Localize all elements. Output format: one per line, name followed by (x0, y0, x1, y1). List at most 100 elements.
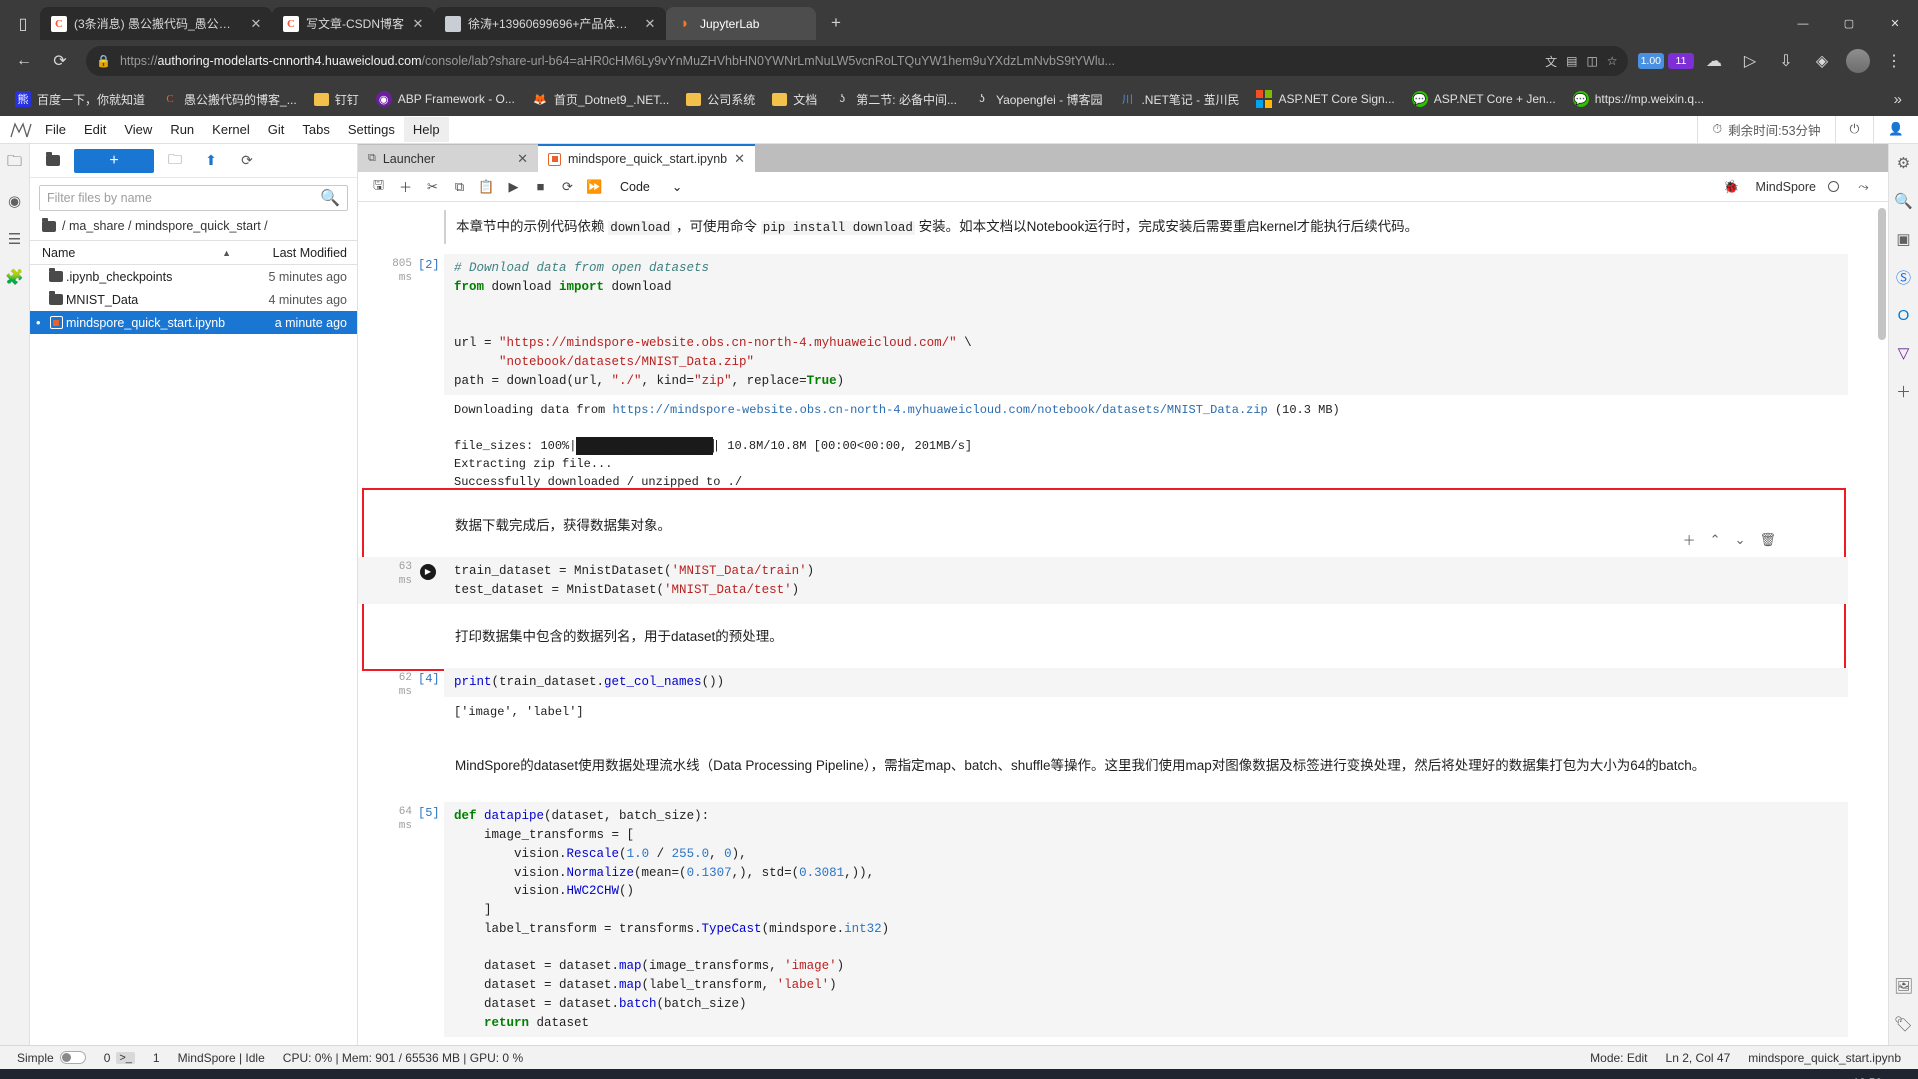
download-icon[interactable]: ⇩ (1770, 45, 1802, 77)
delete-cell-icon[interactable]: 🗑 (1759, 532, 1776, 548)
avatar[interactable] (1846, 49, 1870, 73)
menu-view[interactable]: View (115, 117, 161, 142)
filter-files-input[interactable] (47, 191, 321, 205)
weather-widget[interactable]: 🌤 28°C 多云 (10, 1076, 160, 1079)
menu-settings[interactable]: Settings (339, 117, 404, 142)
column-header-name[interactable]: Name (30, 246, 222, 260)
menu-kernel[interactable]: Kernel (203, 117, 259, 142)
search-icon[interactable]: 🔍 (320, 188, 340, 208)
outlook-icon[interactable]: O (1892, 304, 1916, 326)
column-header-last-modified[interactable]: Last Modified (245, 246, 357, 260)
close-button[interactable]: ✕ (1872, 7, 1918, 40)
menu-file[interactable]: File (36, 117, 75, 142)
code-cell[interactable]: 64 ms [5] def datapipe(dataset, batch_siz… (358, 802, 1876, 1038)
markdown-cell[interactable]: MindSpore的dataset使用数据处理流水线（Data Processi… (358, 749, 1876, 783)
stop-icon[interactable]: ■ (528, 175, 553, 199)
session-timer[interactable]: ⏱ 剩余时间:53分钟 (1697, 115, 1834, 144)
menu-help[interactable]: Help (403, 117, 449, 142)
bookmark-dotnet9[interactable]: 🦊 首页_Dotnet9_.NET... (525, 88, 676, 111)
bookmark-docs[interactable]: 文档 (765, 88, 824, 111)
extension-badge-2[interactable]: 11 (1668, 53, 1694, 69)
cut-icon[interactable]: ✂ (420, 175, 445, 199)
restart-run-all-icon[interactable]: ⏩ (582, 175, 607, 199)
menu-tabs[interactable]: Tabs (293, 117, 338, 142)
tag-icon[interactable]: 🏷 (1892, 1013, 1916, 1035)
run-icon[interactable]: ▶ (501, 175, 526, 199)
notebook-scrollbar[interactable] (1876, 202, 1888, 1045)
bookmark-company-system[interactable]: 公司系统 (679, 88, 762, 111)
kernel-name-label[interactable]: MindSpore (1756, 180, 1816, 194)
bookmark-aspnet-jenkins[interactable]: 💬 ASP.NET Core + Jen... (1405, 88, 1563, 110)
tab-launcher-close[interactable]: ✕ (517, 151, 528, 167)
bookmark-weixin[interactable]: 💬 https://mp.weixin.q... (1566, 88, 1711, 110)
new-launcher-button[interactable]: + (74, 148, 154, 173)
extension-badge-1[interactable]: 1.00 (1637, 53, 1664, 69)
move-up-icon[interactable]: ⌃ (1710, 532, 1721, 548)
tab-launcher[interactable]: ⧉ Launcher ✕ (358, 145, 538, 172)
share-icon[interactable]: ⤳ (1851, 175, 1876, 199)
minimize-button[interactable]: — (1780, 7, 1826, 40)
star-icon[interactable]: ☆ (1607, 54, 1618, 68)
copy-icon[interactable]: ⧉ (447, 175, 472, 199)
new-tab-button[interactable]: + (822, 9, 850, 37)
split-screen-icon[interactable]: ◫ (1586, 54, 1597, 68)
shield-check-icon[interactable]: ◈ (1806, 45, 1838, 77)
browser-tab-1-close[interactable]: ✕ (249, 16, 263, 32)
bookmarks-overflow-button[interactable]: » (1886, 91, 1910, 108)
toggle-switch[interactable] (59, 1051, 86, 1064)
tab-notebook[interactable]: mindspore_quick_start.ipynb ✕ (538, 144, 756, 172)
browser-menu-icon[interactable]: ⋮ (1878, 45, 1910, 77)
code-source[interactable]: # Download data from open datasets from … (444, 254, 1848, 396)
power-button[interactable]: ⏻ (1834, 115, 1874, 144)
add-icon[interactable]: ＋ (1892, 380, 1916, 402)
commands-icon[interactable]: ☰ (3, 228, 27, 250)
browser-tab-1[interactable]: C (3条消息) 愚公搬代码_愚公系列- ✕ (40, 7, 272, 40)
reload-button[interactable]: ⟳ (44, 45, 76, 77)
paste-icon[interactable]: 📋 (474, 175, 499, 199)
reading-list-icon[interactable]: ▤ (1566, 54, 1577, 68)
markdown-cell[interactable]: 数据下载完成后，获得数据集对象。 (358, 509, 1876, 543)
browser-tab-3[interactable]: 徐涛+13960699696+产品体验评 ✕ (434, 7, 666, 40)
new-folder-icon[interactable]: 🗀 (160, 149, 190, 173)
running-terminals-icon[interactable]: ◉ (3, 190, 27, 212)
sort-ascending-icon[interactable]: ▲ (222, 248, 231, 258)
bookmark-yaopengfei[interactable]: ʖ Yaopengfei - 博客园 (967, 88, 1110, 111)
code-cell[interactable]: 805 ms [2] # Download data from open data… (358, 254, 1876, 495)
bookmark-abp[interactable]: ◉ ABP Framework - O... (369, 88, 522, 110)
tab-notebook-close[interactable]: ✕ (734, 151, 745, 167)
notebook-scroll-region[interactable]: 本章节中的示例代码依赖 download ，可使用命令 pip install … (358, 202, 1888, 1045)
extensions-icon[interactable]: 🧩 (3, 266, 27, 288)
bookmark-middleware[interactable]: ʖ 第二节: 必备中间... (827, 88, 964, 111)
insert-cell-icon[interactable]: ＋ (393, 175, 418, 199)
menu-git[interactable]: Git (259, 117, 294, 142)
back-button[interactable]: ← (8, 45, 40, 77)
file-browser-icon[interactable]: 🗀 (3, 152, 27, 174)
code-source[interactable]: train_dataset = MnistDataset('MNIST_Data… (444, 556, 1848, 605)
browser-tab-2-close[interactable]: ✕ (411, 16, 425, 32)
folder-icon[interactable] (38, 149, 68, 173)
browser-tab-3-close[interactable]: ✕ (643, 16, 657, 32)
bookmark-aspnet-signalr[interactable]: ASP.NET Core Sign... (1249, 88, 1401, 110)
property-inspector-icon[interactable]: ⚙ (1892, 152, 1916, 174)
user-button[interactable]: 👤 (1873, 115, 1918, 144)
markdown-cell[interactable]: 本章节中的示例代码依赖 download ，可使用命令 pip install … (358, 210, 1876, 244)
save-icon[interactable]: 🖫 (366, 175, 391, 199)
git-icon[interactable]: ▽ (1892, 342, 1916, 364)
browser-tab-2[interactable]: C 写文章-CSDN博客 ✕ (272, 7, 434, 40)
kernel-status[interactable]: MindSpore | Idle (169, 1051, 274, 1065)
filter-box[interactable]: 🔍 (39, 185, 348, 211)
bookmark-csdn-blog[interactable]: C 愚公搬代码的博客_... (155, 88, 304, 111)
search-icon[interactable]: 🔍 (1892, 190, 1916, 212)
list-item[interactable]: MNIST_Data 4 minutes ago (30, 288, 357, 311)
breadcrumb[interactable]: / ma_share / mindspore_quick_start / (30, 217, 357, 240)
markdown-cell[interactable]: 打印数据集中包含的数据列名，用于dataset的预处理。 (358, 620, 1876, 654)
media-icon[interactable]: ▷ (1734, 45, 1766, 77)
bookmark-dotnet-notes[interactable]: 川 .NET笔记 - 茧川民 (1112, 88, 1246, 111)
bookmark-baidu[interactable]: 熊 百度一下，你就知道 (8, 88, 152, 111)
scrollbar-thumb[interactable] (1878, 208, 1886, 340)
restart-icon[interactable]: ⟳ (555, 175, 580, 199)
tab-search-icon[interactable]: ▯ (6, 8, 40, 40)
translate-icon[interactable]: 文 (1545, 53, 1557, 70)
omnibox[interactable]: 🔒 https://authoring-modelarts-cnnorth4.h… (86, 46, 1628, 76)
debugger-icon[interactable]: ▣ (1892, 228, 1916, 250)
